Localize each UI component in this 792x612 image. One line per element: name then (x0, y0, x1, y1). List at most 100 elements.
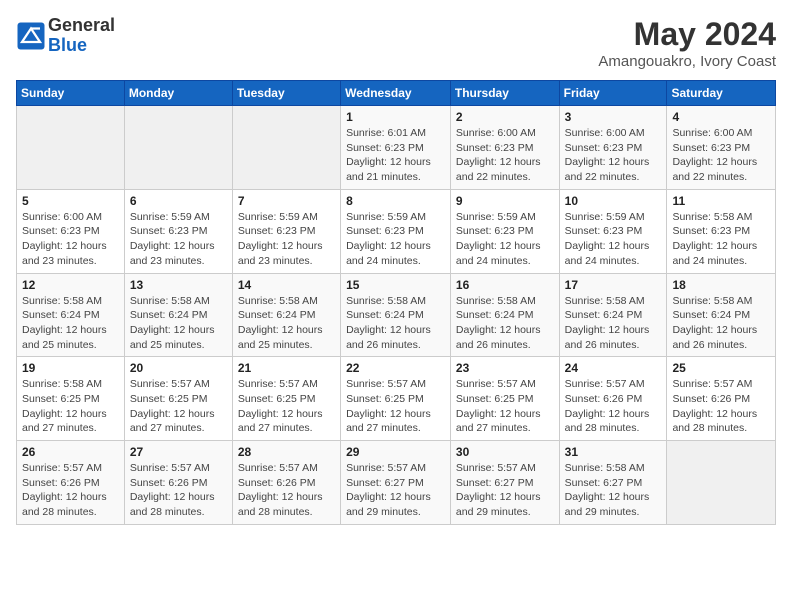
day-info: Sunrise: 5:57 AMSunset: 6:25 PMDaylight:… (130, 377, 227, 436)
day-header-tuesday: Tuesday (232, 81, 340, 106)
day-number: 19 (22, 361, 119, 375)
calendar-week-1: 1 Sunrise: 6:01 AMSunset: 6:23 PMDaylight… (17, 106, 776, 190)
day-info: Sunrise: 5:57 AMSunset: 6:27 PMDaylight:… (456, 461, 554, 520)
calendar-cell: 27 Sunrise: 5:57 AMSunset: 6:26 PMDayligh… (124, 441, 232, 525)
day-header-thursday: Thursday (450, 81, 559, 106)
day-number: 5 (22, 194, 119, 208)
day-number: 8 (346, 194, 445, 208)
day-number: 30 (456, 445, 554, 459)
calendar-cell: 18Sunrise: 5:58 AMSunset: 6:24 PMDayligh… (667, 273, 776, 357)
calendar-header: SundayMondayTuesdayWednesdayThursdayFrid… (17, 81, 776, 106)
day-number: 1 (346, 110, 445, 124)
calendar-cell: 15 Sunrise: 5:58 AMSunset: 6:24 PMDayligh… (341, 273, 451, 357)
title-block: May 2024 Amangouakro, Ivory Coast (598, 16, 776, 70)
calendar-cell: 3 Sunrise: 6:00 AMSunset: 6:23 PMDaylight… (559, 106, 667, 190)
day-header-friday: Friday (559, 81, 667, 106)
calendar-cell: 22 Sunrise: 5:57 AMSunset: 6:25 PMDayligh… (341, 357, 451, 441)
day-number: 14 (238, 278, 335, 292)
day-number: 9 (456, 194, 554, 208)
day-header-row: SundayMondayTuesdayWednesdayThursdayFrid… (17, 81, 776, 106)
day-number: 3 (565, 110, 662, 124)
day-number: 18 (672, 278, 770, 292)
day-header-monday: Monday (124, 81, 232, 106)
calendar-cell: 28Sunrise: 5:57 AMSunset: 6:26 PMDayligh… (232, 441, 340, 525)
day-info: Sunrise: 5:58 AMSunset: 6:25 PMDaylight:… (22, 377, 119, 436)
day-info: Sunrise: 5:59 AMSunset: 6:23 PMDaylight:… (565, 210, 662, 269)
calendar-cell: 12 Sunrise: 5:58 AMSunset: 6:24 PMDayligh… (17, 273, 125, 357)
calendar-cell: 5 Sunrise: 6:00 AMSunset: 6:23 PMDaylight… (17, 189, 125, 273)
day-header-wednesday: Wednesday (341, 81, 451, 106)
calendar-cell: 21Sunrise: 5:57 AMSunset: 6:25 PMDayligh… (232, 357, 340, 441)
day-info: Sunrise: 5:58 AMSunset: 6:23 PMDaylight:… (672, 210, 770, 269)
calendar-cell (17, 106, 125, 190)
day-info: Sunrise: 5:57 AMSunset: 6:25 PMDaylight:… (346, 377, 445, 436)
day-number: 23 (456, 361, 554, 375)
day-info: Sunrise: 5:58 AMSunset: 6:24 PMDaylight:… (456, 294, 554, 353)
calendar-cell (232, 106, 340, 190)
day-info: Sunrise: 5:57 AMSunset: 6:27 PMDaylight:… (346, 461, 445, 520)
day-number: 26 (22, 445, 119, 459)
calendar-cell: 24Sunrise: 5:57 AMSunset: 6:26 PMDayligh… (559, 357, 667, 441)
calendar-cell: 8Sunrise: 5:59 AMSunset: 6:23 PMDaylight… (341, 189, 451, 273)
day-number: 4 (672, 110, 770, 124)
day-number: 31 (565, 445, 662, 459)
day-number: 16 (456, 278, 554, 292)
calendar-cell: 13 Sunrise: 5:58 AMSunset: 6:24 PMDayligh… (124, 273, 232, 357)
day-number: 7 (238, 194, 335, 208)
calendar-cell: 11 Sunrise: 5:58 AMSunset: 6:23 PMDayligh… (667, 189, 776, 273)
day-info: Sunrise: 5:58 AMSunset: 6:24 PMDaylight:… (238, 294, 335, 353)
day-info: Sunrise: 5:57 AMSunset: 6:26 PMDaylight:… (22, 461, 119, 520)
calendar-cell: 17Sunrise: 5:58 AMSunset: 6:24 PMDayligh… (559, 273, 667, 357)
day-info: Sunrise: 6:00 AMSunset: 6:23 PMDaylight:… (22, 210, 119, 269)
calendar-cell: 9Sunrise: 5:59 AMSunset: 6:23 PMDaylight… (450, 189, 559, 273)
calendar-table: SundayMondayTuesdayWednesdayThursdayFrid… (16, 80, 776, 525)
calendar-cell (124, 106, 232, 190)
day-number: 10 (565, 194, 662, 208)
logo-text: General Blue (48, 16, 115, 56)
day-info: Sunrise: 5:57 AMSunset: 6:26 PMDaylight:… (130, 461, 227, 520)
calendar-cell: 25Sunrise: 5:57 AMSunset: 6:26 PMDayligh… (667, 357, 776, 441)
calendar-cell: 30 Sunrise: 5:57 AMSunset: 6:27 PMDayligh… (450, 441, 559, 525)
day-info: Sunrise: 5:57 AMSunset: 6:26 PMDaylight:… (565, 377, 662, 436)
day-number: 28 (238, 445, 335, 459)
calendar-cell: 19 Sunrise: 5:58 AMSunset: 6:25 PMDayligh… (17, 357, 125, 441)
calendar-cell: 14 Sunrise: 5:58 AMSunset: 6:24 PMDayligh… (232, 273, 340, 357)
calendar-week-4: 19 Sunrise: 5:58 AMSunset: 6:25 PMDayligh… (17, 357, 776, 441)
day-number: 6 (130, 194, 227, 208)
day-number: 13 (130, 278, 227, 292)
day-info: Sunrise: 5:59 AMSunset: 6:23 PMDaylight:… (130, 210, 227, 269)
calendar-cell: 1 Sunrise: 6:01 AMSunset: 6:23 PMDaylight… (341, 106, 451, 190)
day-info: Sunrise: 5:58 AMSunset: 6:24 PMDaylight:… (130, 294, 227, 353)
day-info: Sunrise: 5:58 AMSunset: 6:24 PMDaylight:… (346, 294, 445, 353)
calendar-cell: 4Sunrise: 6:00 AMSunset: 6:23 PMDaylight… (667, 106, 776, 190)
calendar-body: 1 Sunrise: 6:01 AMSunset: 6:23 PMDaylight… (17, 106, 776, 525)
calendar-cell: 6 Sunrise: 5:59 AMSunset: 6:23 PMDaylight… (124, 189, 232, 273)
day-number: 29 (346, 445, 445, 459)
calendar-cell: 29 Sunrise: 5:57 AMSunset: 6:27 PMDayligh… (341, 441, 451, 525)
day-info: Sunrise: 5:57 AMSunset: 6:25 PMDaylight:… (456, 377, 554, 436)
calendar-cell: 23 Sunrise: 5:57 AMSunset: 6:25 PMDayligh… (450, 357, 559, 441)
day-number: 2 (456, 110, 554, 124)
day-info: Sunrise: 5:58 AMSunset: 6:27 PMDaylight:… (565, 461, 662, 520)
calendar-cell: 16 Sunrise: 5:58 AMSunset: 6:24 PMDayligh… (450, 273, 559, 357)
day-info: Sunrise: 6:01 AMSunset: 6:23 PMDaylight:… (346, 126, 445, 185)
day-info: Sunrise: 5:57 AMSunset: 6:25 PMDaylight:… (238, 377, 335, 436)
day-info: Sunrise: 5:58 AMSunset: 6:24 PMDaylight:… (22, 294, 119, 353)
calendar-cell (667, 441, 776, 525)
day-info: Sunrise: 6:00 AMSunset: 6:23 PMDaylight:… (565, 126, 662, 185)
day-number: 12 (22, 278, 119, 292)
day-info: Sunrise: 6:00 AMSunset: 6:23 PMDaylight:… (456, 126, 554, 185)
logo: General Blue (16, 16, 115, 56)
day-header-sunday: Sunday (17, 81, 125, 106)
logo-icon (16, 21, 46, 51)
day-number: 22 (346, 361, 445, 375)
page-header: General Blue May 2024 Amangouakro, Ivory… (16, 16, 776, 70)
day-info: Sunrise: 5:57 AMSunset: 6:26 PMDaylight:… (672, 377, 770, 436)
day-number: 15 (346, 278, 445, 292)
calendar-week-5: 26 Sunrise: 5:57 AMSunset: 6:26 PMDayligh… (17, 441, 776, 525)
day-number: 11 (672, 194, 770, 208)
day-number: 20 (130, 361, 227, 375)
day-number: 17 (565, 278, 662, 292)
day-number: 27 (130, 445, 227, 459)
day-header-saturday: Saturday (667, 81, 776, 106)
